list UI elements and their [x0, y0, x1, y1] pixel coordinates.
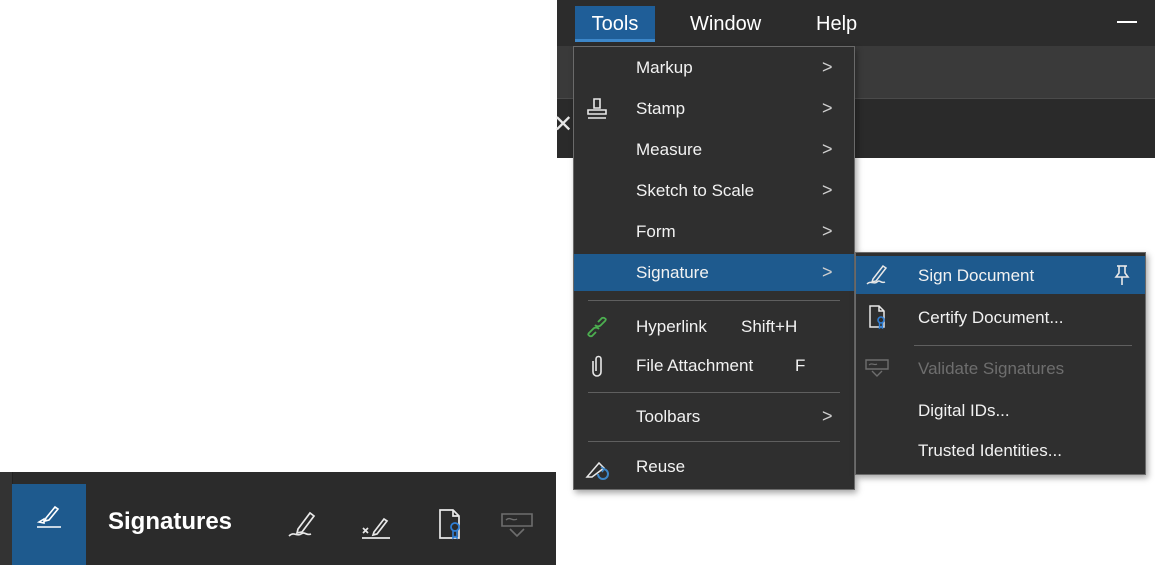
- x-signature-icon[interactable]: [360, 508, 394, 542]
- menu-item-markup[interactable]: Markup >: [574, 49, 854, 86]
- shortcut-label: F: [795, 356, 806, 375]
- submenu-item-label: Digital IDs...: [918, 401, 1010, 420]
- submenu-item-validate-signatures[interactable]: Validate Signatures: [856, 349, 1145, 387]
- certify-document-icon: [869, 305, 885, 330]
- signature-submenu: Sign Document Certify Document... Valida…: [855, 252, 1146, 475]
- close-icon[interactable]: ✕: [553, 113, 573, 137]
- reuse-icon: [585, 461, 609, 480]
- chevron-right-icon: >: [822, 57, 833, 77]
- tools-menu: Markup > Stamp > Measure > Sketch to Sca…: [573, 46, 855, 490]
- minimize-icon[interactable]: [1117, 21, 1137, 23]
- menu-item-stamp[interactable]: Stamp >: [574, 90, 854, 127]
- menu-separator: [588, 300, 840, 301]
- submenu-item-label: Trusted Identities...: [918, 441, 1062, 460]
- submenu-item-trusted-identities[interactable]: Trusted Identities...: [856, 431, 1145, 469]
- submenu-item-label: Certify Document...: [918, 308, 1064, 327]
- menu-window[interactable]: Window: [690, 6, 761, 42]
- menu-item-file-attachment[interactable]: File Attachment F: [574, 347, 854, 384]
- validate-signature-icon: [865, 359, 889, 377]
- menu-item-label: Markup: [636, 58, 693, 77]
- toolbar-title: Signatures: [108, 508, 233, 535]
- menu-item-signature[interactable]: Signature >: [574, 254, 854, 291]
- menu-item-label: Hyperlink: [636, 317, 707, 336]
- chevron-right-icon: >: [822, 98, 833, 118]
- chevron-right-icon: >: [822, 221, 833, 241]
- certify-document-icon[interactable]: [434, 508, 468, 542]
- shortcut-label: Shift+H: [741, 317, 798, 336]
- submenu-item-digital-ids[interactable]: Digital IDs...: [856, 391, 1145, 429]
- signatures-toolbar: Signatures: [0, 472, 556, 565]
- menu-separator: [914, 345, 1132, 346]
- pin-icon[interactable]: [1112, 264, 1132, 286]
- menu-item-hyperlink[interactable]: Hyperlink Shift+H: [574, 308, 854, 345]
- menu-item-label: Toolbars: [636, 407, 701, 426]
- signature-tool-icon: [36, 505, 61, 528]
- paperclip-icon: [592, 355, 602, 377]
- menu-item-label: Measure: [636, 140, 703, 159]
- submenu-item-label: Sign Document: [918, 266, 1035, 285]
- submenu-item-sign-document[interactable]: Sign Document: [856, 256, 1145, 294]
- stamp-icon: [587, 98, 607, 119]
- chevron-right-icon: >: [822, 180, 833, 200]
- menu-item-measure[interactable]: Measure >: [574, 131, 854, 168]
- menu-item-label: Signature: [636, 263, 709, 282]
- sign-pen-icon: [866, 264, 888, 285]
- submenu-item-label: Validate Signatures: [918, 359, 1065, 378]
- menu-help[interactable]: Help: [816, 6, 857, 42]
- menu-item-reuse[interactable]: Reuse: [574, 448, 854, 485]
- menu-tools[interactable]: Tools: [575, 6, 655, 42]
- menu-bar: Tools Window Help: [557, 0, 1155, 46]
- sign-pen-icon[interactable]: [286, 508, 320, 542]
- menu-item-form[interactable]: Form >: [574, 213, 854, 250]
- menu-item-sketch-to-scale[interactable]: Sketch to Scale >: [574, 172, 854, 209]
- menu-item-label: Sketch to Scale: [636, 181, 755, 200]
- signature-tool-button[interactable]: [12, 484, 86, 565]
- hyperlink-icon: [587, 316, 607, 338]
- validate-signature-icon: [501, 513, 533, 538]
- menu-item-label: Form: [636, 222, 676, 241]
- chevron-right-icon: >: [822, 262, 833, 282]
- menu-item-label: Stamp: [636, 99, 686, 118]
- menu-separator: [588, 392, 840, 393]
- chevron-right-icon: >: [822, 139, 833, 159]
- menu-item-toolbars[interactable]: Toolbars >: [574, 398, 854, 435]
- chevron-right-icon: >: [822, 406, 833, 426]
- submenu-item-certify-document[interactable]: Certify Document...: [856, 298, 1145, 336]
- menu-item-label: Reuse: [636, 457, 686, 476]
- menu-separator: [588, 441, 840, 442]
- menu-item-label: File Attachment: [636, 356, 754, 375]
